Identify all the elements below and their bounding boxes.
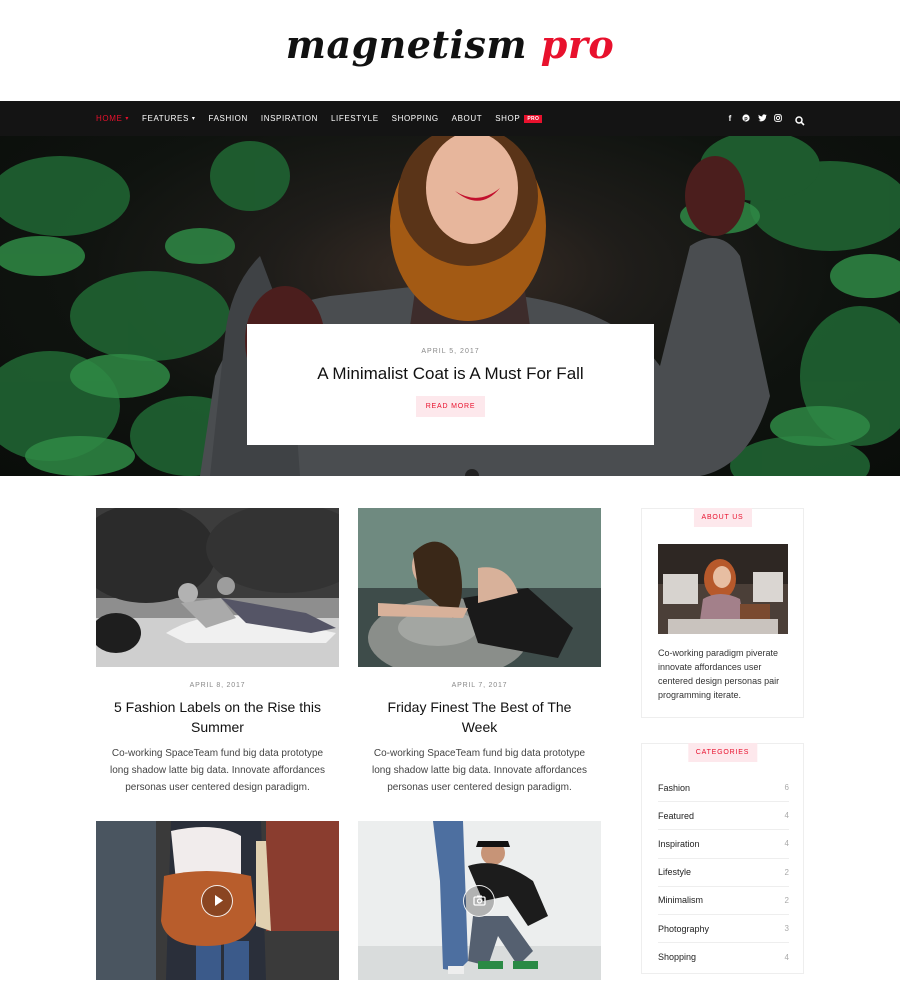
category-name: Photography bbox=[658, 923, 710, 934]
hero-post-title[interactable]: A Minimalist Coat is A Must For Fall bbox=[247, 364, 654, 384]
instagram-icon[interactable] bbox=[774, 113, 782, 124]
category-name: Featured bbox=[658, 810, 695, 821]
post-image[interactable] bbox=[358, 508, 601, 667]
post-date: APRIL 7, 2017 bbox=[451, 682, 508, 689]
post-title[interactable]: Friday Finest The Best of The Week bbox=[358, 697, 601, 737]
category-count: 4 bbox=[784, 839, 789, 849]
post-card: APRIL 7, 2017 Friday Finest The Best of … bbox=[358, 508, 601, 796]
logo-text-accent: pro bbox=[527, 22, 615, 67]
nav-item-shop[interactable]: SHOP PRO bbox=[495, 114, 543, 123]
category-item-minimalism[interactable]: Minimalism 2 bbox=[658, 887, 789, 915]
about-text: Co-working paradigm piverate innovate af… bbox=[658, 648, 780, 700]
social-links: f p bbox=[718, 101, 782, 136]
category-count: 4 bbox=[784, 952, 789, 962]
about-widget: ABOUT US Co-working paradigm piverate in… bbox=[641, 508, 804, 718]
about-image bbox=[658, 544, 788, 634]
hero-featured-post: APRIL 5, 2017 A Minimalist Coat is A Mus… bbox=[0, 136, 900, 476]
pro-badge: PRO bbox=[524, 114, 543, 123]
nav-item-fashion[interactable]: FASHION bbox=[209, 114, 248, 123]
post-image[interactable] bbox=[358, 821, 601, 980]
nav-item-about[interactable]: ABOUT bbox=[452, 114, 483, 123]
category-item-lifestyle[interactable]: Lifestyle 2 bbox=[658, 859, 789, 887]
category-item-inspiration[interactable]: Inspiration 4 bbox=[658, 830, 789, 859]
pinterest-icon[interactable]: p bbox=[742, 113, 750, 124]
post-card bbox=[96, 821, 339, 980]
category-list: Fashion 6 Featured 4 Inspiration 4 Lifestyl… bbox=[658, 774, 789, 971]
category-count: 3 bbox=[784, 924, 789, 934]
nav-item-label: SHOP bbox=[495, 114, 521, 123]
camera-icon[interactable] bbox=[463, 885, 495, 917]
category-item-featured[interactable]: Featured 4 bbox=[658, 802, 789, 831]
post-image[interactable] bbox=[96, 508, 339, 667]
nav-item-label: SHOPPING bbox=[391, 114, 439, 123]
category-name: Fashion bbox=[658, 782, 691, 793]
logo-text-main: magnetism bbox=[285, 22, 528, 67]
chevron-down-icon: ▾ bbox=[125, 116, 130, 122]
site-header: magnetism pro bbox=[0, 0, 900, 101]
nav-item-label: ABOUT bbox=[451, 114, 483, 123]
nav-item-label: FEATURES bbox=[142, 114, 189, 123]
category-count: 2 bbox=[784, 867, 789, 877]
category-item-photography[interactable]: Photography 3 bbox=[658, 915, 789, 944]
category-item-fashion[interactable]: Fashion 6 bbox=[658, 774, 789, 803]
nav-item-inspiration[interactable]: INSPIRATION bbox=[261, 114, 318, 123]
category-name: Lifestyle bbox=[658, 867, 692, 878]
post-excerpt: Co-working SpaceTeam fund big data proto… bbox=[110, 748, 325, 793]
facebook-icon[interactable]: f bbox=[726, 114, 734, 123]
post-excerpt: Co-working SpaceTeam fund big data proto… bbox=[372, 748, 587, 793]
category-name: Shopping bbox=[658, 952, 697, 963]
twitter-icon[interactable] bbox=[758, 113, 767, 124]
nav-item-label: LIFESTYLE bbox=[331, 114, 379, 123]
nav-item-shopping[interactable]: SHOPPING bbox=[392, 114, 439, 123]
category-item-shopping[interactable]: Shopping 4 bbox=[658, 943, 789, 971]
category-name: Minimalism bbox=[658, 895, 703, 906]
hero-post-card: APRIL 5, 2017 A Minimalist Coat is A Mus… bbox=[247, 324, 654, 445]
site-logo[interactable]: magnetism pro bbox=[0, 22, 900, 67]
nav-item-label: FASHION bbox=[208, 114, 248, 123]
category-count: 6 bbox=[784, 783, 789, 793]
main-navbar: HOME ▾ FEATURES ▾ FASHION INSPIRATION LIFE… bbox=[0, 101, 900, 136]
category-count: 2 bbox=[784, 895, 789, 905]
nav-item-lifestyle[interactable]: LIFESTYLE bbox=[331, 114, 379, 123]
post-image[interactable] bbox=[96, 821, 339, 980]
nav-item-features[interactable]: FEATURES ▾ bbox=[142, 114, 196, 123]
search-icon[interactable] bbox=[795, 113, 805, 126]
post-card bbox=[358, 821, 601, 980]
post-card: APRIL 8, 2017 5 Fashion Labels on the Ri… bbox=[96, 508, 339, 796]
nav-menu: HOME ▾ FEATURES ▾ FASHION INSPIRATION LIFE… bbox=[96, 101, 555, 136]
svg-text:p: p bbox=[744, 116, 748, 122]
post-date: APRIL 8, 2017 bbox=[189, 682, 246, 689]
read-more-button[interactable]: READ MORE bbox=[415, 396, 486, 417]
nav-item-label: INSPIRATION bbox=[260, 114, 318, 123]
hero-post-date: APRIL 5, 2017 bbox=[421, 348, 480, 355]
chevron-down-icon: ▾ bbox=[191, 116, 196, 122]
play-icon[interactable] bbox=[201, 885, 233, 917]
post-title[interactable]: 5 Fashion Labels on the Rise this Summer bbox=[96, 697, 339, 737]
category-count: 4 bbox=[784, 811, 789, 821]
nav-item-home[interactable]: HOME ▾ bbox=[96, 114, 129, 123]
categories-widget: CATEGORIES Fashion 6 Featured 4 Inspiratio… bbox=[641, 743, 804, 974]
widget-title: ABOUT US bbox=[693, 508, 752, 527]
widget-title: CATEGORIES bbox=[687, 743, 758, 762]
nav-item-label: HOME bbox=[96, 114, 123, 123]
category-name: Inspiration bbox=[658, 838, 700, 849]
